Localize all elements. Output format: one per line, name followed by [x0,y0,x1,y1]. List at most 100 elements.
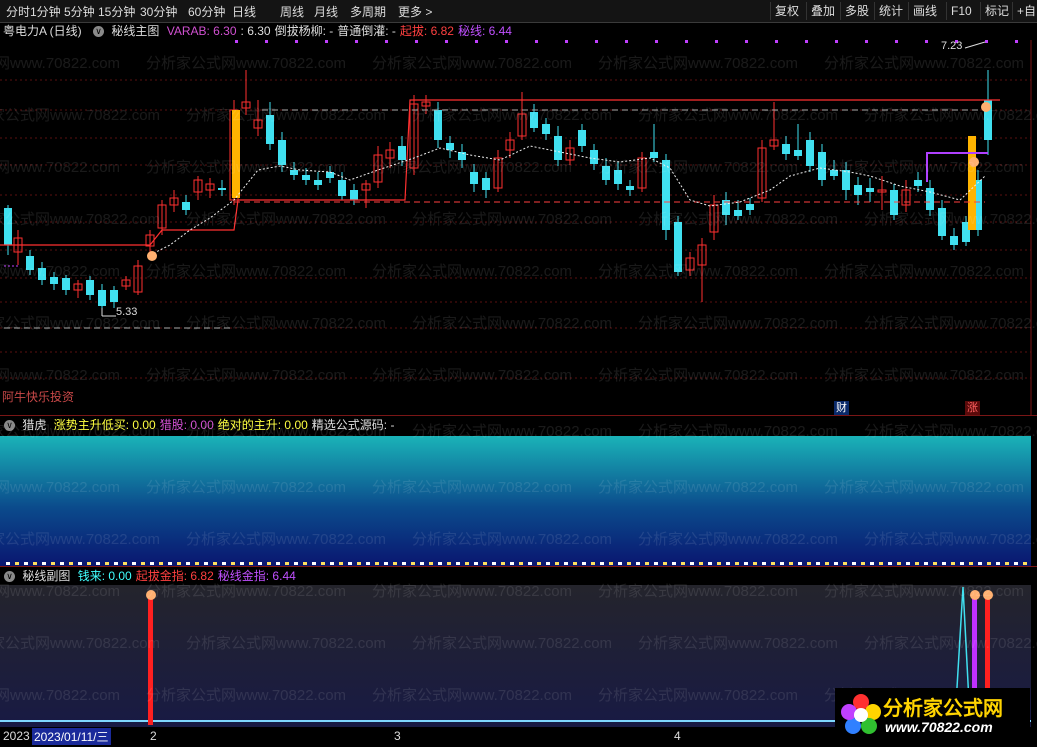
candle-body [602,166,610,180]
timeframe-tab[interactable]: 60分钟 [188,3,225,20]
indicator-value: 起拔: 6.82 [399,24,454,38]
signal-dot [865,40,868,43]
signal-dot [265,40,268,43]
signal-dot [735,562,739,565]
candle-body [446,143,454,150]
signal-dot [294,562,298,565]
signal-dot [312,562,316,565]
toolbar-button[interactable]: 画线 [908,2,941,20]
main-indicator-name[interactable]: 秘线主图 [111,24,159,38]
candle-body [794,150,802,156]
brand-url: www.70822.com [885,719,993,735]
signal-dot [564,562,568,565]
signal-dot [355,40,358,43]
signal-dot [969,562,973,565]
signal-dot [960,562,964,565]
candlestick-chart[interactable] [0,40,1037,415]
candle-body [734,210,742,216]
signal-dot [745,40,748,43]
timeframe-tab[interactable]: 1分钟 [30,3,61,20]
hand-pointer-icon [981,102,991,112]
signal-dot [843,562,847,565]
toolbar-button[interactable]: 统计 [874,2,907,20]
signal-dot [222,562,226,565]
signal-dot [690,562,694,565]
toolbar-button[interactable]: 多股 [840,2,873,20]
timeframe-tab[interactable]: 多周期 [350,3,386,20]
signal-dot [645,562,649,565]
signal-dot [915,562,919,565]
signal-dot [505,40,508,43]
signal-dot [825,562,829,565]
indicator-value: 涨势主升低买: 0.00 [53,418,156,432]
toolbar-button[interactable]: 标记 [980,2,1013,20]
collapse-icon[interactable]: ∨ [93,26,105,38]
candle-body [398,146,406,160]
toolbar-button[interactable]: 复权 [770,2,803,20]
signal-dot [186,562,190,565]
signal-dot [78,562,82,565]
signal-dot [933,562,937,565]
timeframe-tab[interactable]: 周线 [280,3,304,20]
panel2-header: ∨ 猎虎 涨势主升低买: 0.00 猎股: 0.00 绝对的主升: 0.00 精选公式… [0,416,402,434]
signal-dot [897,562,901,565]
timeframe-tab[interactable]: 30分钟 [140,3,177,20]
signal-dot [906,562,910,565]
signal-dot [276,562,280,565]
candle-body [290,170,298,175]
signal-dot [357,562,361,565]
candle-body [50,277,58,284]
hand-pointer-icon [970,590,980,600]
stock-title[interactable]: 粤电力A (日线) [3,24,82,38]
rise-badge[interactable]: 涨 [965,401,980,415]
signal-dot [672,562,676,565]
toolbar-button[interactable]: F10 [946,2,976,20]
indicator-value: 猎股: 0.00 [159,418,214,432]
timeframe-tab[interactable]: 15分钟 [98,3,135,20]
signal-dot [744,562,748,565]
caption-text: 阿牛快乐投资 [2,390,75,404]
candle-body [662,160,670,230]
toolbar-button[interactable]: +自 [1012,2,1037,20]
signal-dot [420,562,424,565]
signal-dot [393,562,397,565]
signal-dot [775,40,778,43]
signal-dot [384,562,388,565]
timeframe-tab[interactable]: 5分钟 [64,3,95,20]
collapse-icon[interactable]: ∨ [4,571,15,583]
candle-body [590,150,598,164]
timeframe-tab[interactable]: 月线 [314,3,338,20]
candle-body [350,190,358,200]
selected-date[interactable]: 2023/01/11/三 [32,728,111,745]
collapse-icon[interactable]: ∨ [4,420,15,432]
signal-dot [33,562,37,565]
candle-body [830,170,838,176]
signal-dot [438,562,442,565]
timeframe-tab[interactable]: 日线 [232,3,256,20]
signal-dot [1023,562,1027,565]
high-marker [964,41,986,49]
panel2-indicator-name[interactable]: 猎虎 [22,418,46,432]
candle-body [62,278,70,290]
toolbar-button[interactable]: 叠加 [806,2,839,20]
signal-dot [573,562,577,565]
candle-body [614,170,622,184]
candle-body [938,208,946,236]
indicator-value: 精选公式源码: - [311,418,395,432]
signal-dot [411,562,415,565]
signal-dot [51,562,55,565]
candle-body [626,186,634,190]
panel3-indicator-name[interactable]: 秘线副图 [22,569,70,583]
low-price-label: 5.33 [116,306,138,318]
signal-dot [96,562,100,565]
signal-dot [123,562,127,565]
signal-dot [195,562,199,565]
candle-body [926,188,934,210]
timeframe-tab[interactable]: 分时 [6,3,30,20]
finance-badge[interactable]: 财 [834,401,849,415]
month-tick-3: 3 [394,729,401,743]
candle-body [950,236,958,245]
signal-dot [204,562,208,565]
timeframe-tab[interactable]: 更多 > [398,3,432,20]
hunter-indicator-panel[interactable] [0,434,1037,566]
